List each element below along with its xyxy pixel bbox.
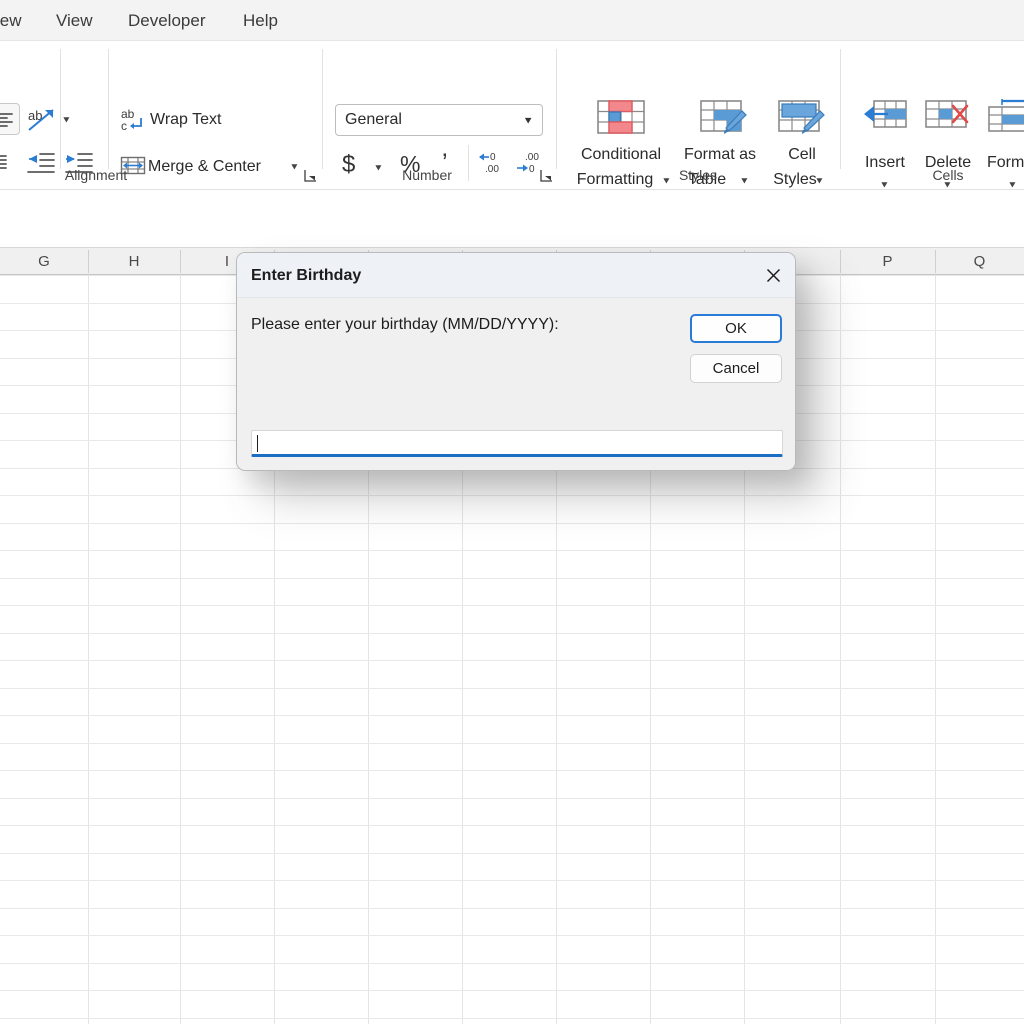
grid-line-vertical [935,275,936,1024]
column-header-P[interactable]: P [840,252,935,271]
ribbon-divider-3 [322,49,323,169]
grid-line-horizontal [0,605,1024,606]
column-header-separator[interactable] [88,250,89,273]
wrap-text-button[interactable]: Wrap Text [150,110,221,129]
ribbon-group-alignment-label: Alignment [64,167,128,183]
cell-styles-chevron-down-icon[interactable]: ⯆ [815,177,824,188]
conditional-formatting-button-line1[interactable]: Conditional [564,145,678,165]
number-dialog-launcher-icon[interactable] [539,169,553,183]
alignment-dialog-launcher-icon[interactable] [303,169,317,183]
grid-line-horizontal [0,633,1024,634]
text-caret [257,435,258,452]
menu-developer[interactable]: Developer [128,11,206,31]
svg-text:.00: .00 [485,164,499,175]
grid-line-horizontal [0,1018,1024,1019]
grid-line-horizontal [0,908,1024,909]
svg-text:.00: .00 [525,152,539,163]
column-header-Q[interactable]: Q [935,252,1024,271]
ribbon-group-cells-label: Cells [932,167,964,183]
svg-text:0: 0 [490,152,496,163]
merge-center-button[interactable]: Merge & Center [148,157,261,176]
grid-line-horizontal [0,495,1024,496]
dialog-title: Enter Birthday [251,267,362,284]
formula-bar-area [0,190,1024,248]
cell-styles-icon [778,98,826,136]
grid-line-vertical [840,275,841,1024]
conditional-formatting-icon [597,98,645,136]
grid-line-horizontal [0,660,1024,661]
number-format-select[interactable]: General ⯆ [335,104,543,136]
column-header-H[interactable]: H [88,252,180,271]
menu-review-clipped[interactable]: iew [0,11,22,31]
number-format-chevron-down-icon[interactable]: ⯆ [523,114,533,129]
ribbon-group-styles-label: Styles [678,167,718,183]
grid-line-horizontal [0,578,1024,579]
text-orientation-chevron-down-icon[interactable]: ⯆ [62,116,71,127]
merge-center-chevron-down-icon[interactable]: ⯆ [290,163,299,174]
birthday-input[interactable] [251,430,783,457]
align-justify-button[interactable] [0,149,12,175]
grid-line-vertical [180,275,181,1024]
accounting-format-button[interactable]: $ [342,153,355,177]
column-header-separator[interactable] [935,250,936,273]
grid-line-horizontal [0,770,1024,771]
grid-line-horizontal [0,715,1024,716]
text-orientation-button[interactable]: ab [26,103,58,135]
ribbon-divider-2 [108,49,109,169]
svg-text:0: 0 [529,164,535,175]
menu-bar: iew View Developer Help [0,0,1024,41]
svg-text:c: c [121,119,127,133]
column-header-separator[interactable] [840,250,841,273]
grid-line-horizontal [0,880,1024,881]
grid-line-horizontal [0,550,1024,551]
grid-line-horizontal [0,990,1024,991]
ribbon-group-number-label: Number [402,167,452,183]
column-header-G[interactable]: G [0,252,88,271]
dialog-title-bar: Enter Birthday [237,253,795,298]
ok-button[interactable]: OK [690,314,782,343]
delete-cells-icon [925,98,971,134]
grid-line-horizontal [0,963,1024,964]
grid-line-horizontal [0,935,1024,936]
grid-line-horizontal [0,743,1024,744]
grid-line-horizontal [0,523,1024,524]
align-left-button[interactable] [0,103,20,135]
number-format-value: General [345,111,402,128]
ribbon-divider-4 [556,49,557,169]
grid-line-vertical [88,275,89,1024]
ribbon: ab ⯆ ab c Wrap Text Merge & Center ⯆ Gen… [0,41,1024,192]
insert-cells-icon [862,98,908,134]
menu-view[interactable]: View [56,11,93,31]
format-cells-icon [988,98,1024,134]
dialog-prompt-label: Please enter your birthday (MM/DD/YYYY): [251,316,559,333]
grid-line-horizontal [0,798,1024,799]
format-as-table-icon [700,98,748,136]
menu-help[interactable]: Help [243,11,278,31]
grid-line-horizontal [0,825,1024,826]
wrap-text-icon: ab c [120,105,148,133]
column-header-separator[interactable] [180,250,181,273]
grid-line-horizontal [0,853,1024,854]
enter-birthday-dialog: Enter Birthday Please enter your birthda… [236,252,796,471]
close-icon[interactable] [759,262,787,289]
cell-styles-button-line2[interactable]: Styles [738,170,852,190]
grid-line-horizontal [0,688,1024,689]
cancel-button[interactable]: Cancel [690,354,782,383]
ribbon-divider-1 [60,49,61,169]
